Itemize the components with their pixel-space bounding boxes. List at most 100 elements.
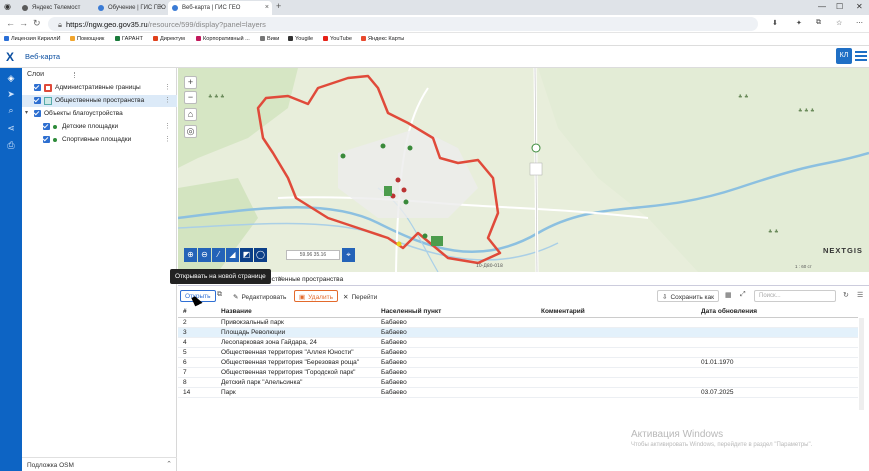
open-new-tab-icon[interactable]: ⧉ <box>214 290 225 302</box>
new-tab-button[interactable]: + <box>276 1 281 11</box>
layers-icon[interactable]: ◈ <box>6 73 16 83</box>
browser-tab-active[interactable]: Веб-карта | ГИС ГЕО × <box>168 1 272 15</box>
refresh-icon[interactable]: ↻ <box>843 291 849 299</box>
map-view[interactable]: ♣ ♣ ♣ ♣ ♣ ♣ ♣ ♣ ♣ ♣ 10-Д80-018 + − ⌂ ◎ ⊕… <box>178 68 869 272</box>
table-scrollbar[interactable] <box>859 318 864 410</box>
layer-checkbox[interactable] <box>43 136 50 143</box>
resize-handle[interactable] <box>74 72 76 78</box>
table-row[interactable]: 8 Детский парк "Апельсинка" Бабаево <box>178 377 858 388</box>
tooltip: Открывать на новой странице <box>170 269 271 284</box>
bookmark-icon <box>115 36 120 41</box>
browser-menu-icon[interactable]: ◉ <box>4 2 11 11</box>
coordinate-pin-icon[interactable]: ⌖ <box>342 248 355 262</box>
download-icon[interactable]: ⬇ <box>772 19 778 27</box>
tab-close-icon[interactable]: × <box>159 4 163 11</box>
bookmark-item[interactable]: Директум <box>153 36 185 42</box>
zoom-in-button[interactable]: + <box>184 76 197 89</box>
bookmark-item[interactable]: YouTube <box>323 36 352 42</box>
layer-item[interactable]: Детские площадки ⋮ <box>22 121 177 133</box>
table-row[interactable]: 5 Общественная территория "Аллея Юности" Б… <box>178 347 858 358</box>
bookmark-item[interactable]: Вики <box>260 36 279 42</box>
cell-id: 14 <box>178 387 216 398</box>
table-row-selected[interactable]: 3 Площадь Революции Бабаево <box>178 327 858 338</box>
column-header[interactable]: # <box>178 306 216 318</box>
close-window-icon[interactable]: ✕ <box>856 2 863 11</box>
cell-town: Бабаево <box>376 387 536 398</box>
table-row[interactable]: 6 Общественная территория "Березовая роща… <box>178 357 858 368</box>
layers-header: Слои <box>27 71 45 78</box>
save-as-button[interactable]: ⇩ Сохранить как <box>657 290 720 302</box>
edit-button[interactable]: ✎ Редактировать <box>228 290 291 302</box>
grid-view-icon[interactable]: ▦ <box>725 291 732 299</box>
layer-checkbox[interactable] <box>43 123 50 130</box>
goto-button[interactable]: ✕ Перейти <box>338 290 382 302</box>
measure-line-icon[interactable]: ⁄ <box>212 248 225 262</box>
rotate-icon[interactable]: ◯ <box>254 248 267 262</box>
url-field[interactable]: 🔒︎ https://ngw.geo.gov35.ru/resource/599/… <box>48 17 758 31</box>
hamburger-menu-icon[interactable] <box>855 51 867 61</box>
table-row[interactable]: 7 Общественная территория "Городской парк… <box>178 367 858 378</box>
forward-icon[interactable]: → <box>19 18 28 28</box>
bookmark-item[interactable]: Корпоративный ... <box>196 36 250 42</box>
column-header[interactable]: Дата обновления <box>696 306 858 318</box>
back-icon[interactable]: ← <box>6 18 15 28</box>
bookmark-item[interactable]: Помощник <box>70 36 104 42</box>
column-header[interactable]: Комментарий <box>536 306 696 318</box>
reload-icon[interactable]: ↻ <box>33 18 41 29</box>
locate-icon[interactable]: ◎ <box>184 125 197 138</box>
table-row[interactable]: 4 Лесопарковая зона Гайдара, 24 Бабаево <box>178 337 858 348</box>
bookmark-item[interactable]: Яндекс Карты <box>361 36 404 42</box>
search-icon[interactable]: ⌕ <box>6 105 16 115</box>
browser-tab[interactable]: Обучение | ГИС ГЕО × <box>94 1 166 15</box>
attribute-table: # Название Населенный пункт Комментарий … <box>178 306 858 398</box>
fullscreen-icon[interactable]: ⤢ <box>740 291 746 299</box>
close-tab-icon[interactable]: × <box>278 274 283 283</box>
column-header[interactable]: Название <box>216 306 376 318</box>
identify-icon[interactable]: ◩ <box>240 248 253 262</box>
tab-close-icon[interactable]: × <box>265 4 269 11</box>
measure-area-icon[interactable]: ◢ <box>226 248 239 262</box>
layer-more-icon[interactable]: ⋮ <box>164 83 171 91</box>
bookmark-item[interactable]: ГАРАНТ <box>115 36 143 42</box>
columns-menu-icon[interactable]: ☰ <box>857 291 863 299</box>
layer-more-icon[interactable]: ⋮ <box>164 96 171 104</box>
minimize-window-icon[interactable]: — <box>818 2 826 11</box>
user-avatar[interactable]: КЛ <box>836 48 852 64</box>
browser-tab[interactable]: Яндекс Телемост <box>18 1 92 15</box>
bookmark-item[interactable]: Лицензия КириллИ <box>4 36 61 42</box>
zoom-in-tool-icon[interactable]: ⊕ <box>184 248 197 262</box>
share-icon[interactable]: ⋖ <box>6 123 16 133</box>
browser-settings-icon[interactable]: ⋯ <box>856 19 863 27</box>
layer-checkbox[interactable] <box>34 110 41 117</box>
print-icon[interactable]: ⎙ <box>6 140 16 150</box>
collapse-caret-icon[interactable]: ▾ <box>25 109 28 116</box>
zoom-out-button[interactable]: − <box>184 91 197 104</box>
windows-activation-watermark: Активация Windows Чтобы активировать Win… <box>631 429 812 448</box>
layer-checkbox[interactable] <box>34 97 41 104</box>
layer-checkbox[interactable] <box>34 84 41 91</box>
layer-item[interactable]: Административные границы ⋮ <box>22 82 177 94</box>
home-icon[interactable]: ⌂ <box>184 108 197 121</box>
cursor-icon[interactable]: ➤ <box>6 89 16 99</box>
column-header[interactable]: Населенный пункт <box>376 306 536 318</box>
layer-item[interactable]: Спортивные площадки ⋮ <box>22 134 177 146</box>
layer-group[interactable]: ▾ Объекты благоустройства <box>22 108 177 120</box>
maximize-window-icon[interactable]: ☐ <box>836 2 843 11</box>
table-row[interactable]: 14 Парк Бабаево 03.07.2025 <box>178 387 858 398</box>
favorites-icon[interactable]: ☆ <box>836 19 842 27</box>
delete-button[interactable]: ▣ Удалить <box>294 290 338 302</box>
app-logo[interactable]: X <box>6 50 14 64</box>
zoom-out-tool-icon[interactable]: ⊖ <box>198 248 211 262</box>
bookmark-icon <box>196 36 201 41</box>
search-input[interactable]: Поиск... <box>754 290 836 302</box>
share-icon[interactable]: ⧉ <box>816 19 821 27</box>
layer-more-icon[interactable]: ⋮ <box>164 135 171 143</box>
basemap-selector[interactable]: Подложка OSM ⌃ <box>22 457 177 471</box>
layer-item[interactable]: Общественные пространства ⋮ <box>22 95 177 107</box>
table-row[interactable]: 2 Привокзальный парк Бабаево <box>178 317 858 328</box>
layer-more-icon[interactable]: ⋮ <box>164 122 171 130</box>
cell-id: 6 <box>178 357 216 368</box>
tab-title: Обучение | ГИС ГЕО <box>108 5 166 11</box>
extension-icon[interactable]: ✦ <box>796 19 802 27</box>
bookmark-item[interactable]: Yougile <box>288 36 313 42</box>
